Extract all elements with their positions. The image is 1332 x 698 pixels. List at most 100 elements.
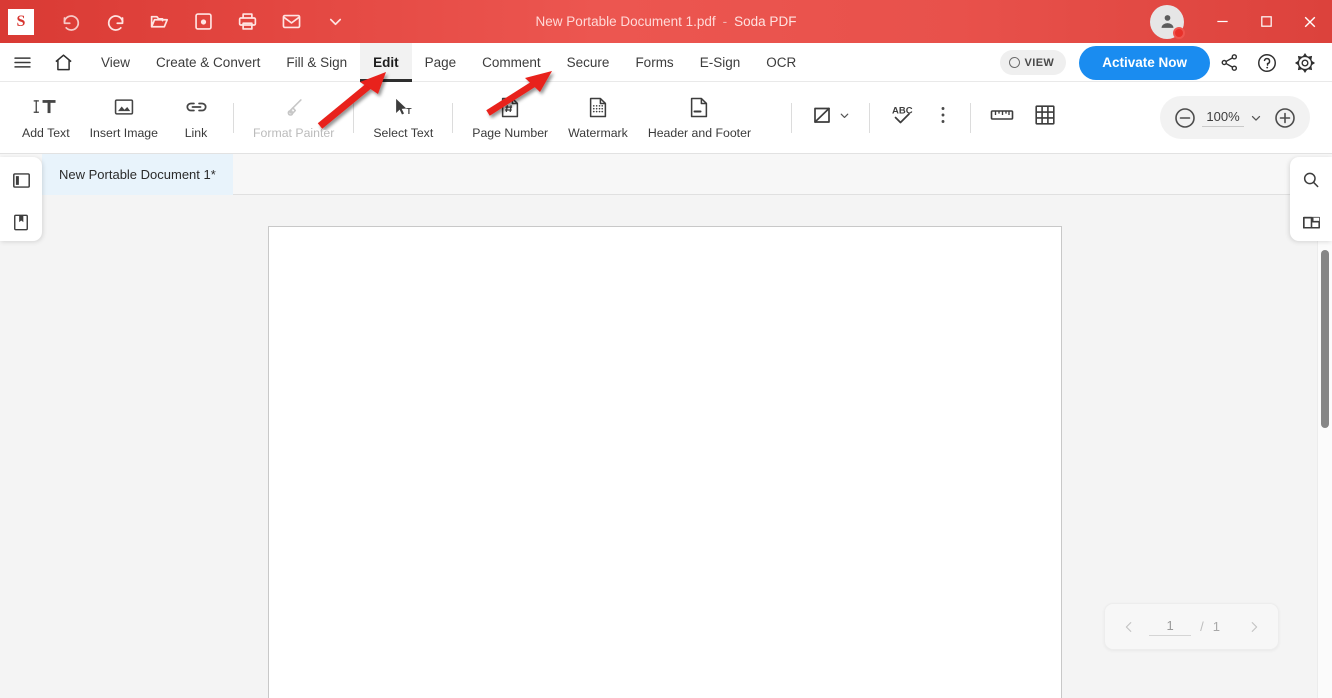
- tab-comment[interactable]: Comment: [469, 43, 554, 82]
- page-number-button[interactable]: Page Number: [462, 87, 558, 149]
- link-label: Link: [184, 126, 208, 140]
- more-options-icon: [934, 103, 952, 132]
- format-painter-icon: [282, 95, 306, 119]
- tab-label: OCR: [766, 54, 797, 70]
- watermark-icon: [587, 95, 609, 119]
- tab-forms[interactable]: Forms: [622, 43, 686, 82]
- ruler-button[interactable]: [980, 98, 1024, 138]
- pdf-page[interactable]: [268, 226, 1062, 698]
- tab-page[interactable]: Page: [412, 43, 470, 82]
- insert-image-label: Insert Image: [89, 126, 158, 140]
- tab-e-sign[interactable]: E-Sign: [687, 43, 754, 82]
- hamburger-menu-icon[interactable]: [10, 43, 34, 82]
- ribbon-divider: [452, 102, 454, 133]
- tab-ocr[interactable]: OCR: [753, 43, 809, 82]
- document-title: New Portable Document 1.pdf: [535, 14, 716, 29]
- ribbon-divider: [233, 102, 234, 133]
- tab-label: Page: [424, 54, 457, 70]
- view-mode-toggle[interactable]: VIEW: [999, 50, 1067, 75]
- print-icon[interactable]: [232, 7, 262, 37]
- scrollbar-thumb[interactable]: [1321, 250, 1329, 428]
- edit-mode-icon: [810, 103, 834, 132]
- select-text-label: Select Text: [373, 126, 434, 140]
- chevron-down-icon[interactable]: [320, 7, 350, 37]
- tab-secure[interactable]: Secure: [554, 43, 623, 82]
- soda-pdf-logo[interactable]: S: [8, 8, 34, 35]
- save-icon[interactable]: [188, 7, 218, 37]
- zoom-in-button[interactable]: [1268, 101, 1302, 135]
- share-icon[interactable]: [1210, 43, 1248, 82]
- ribbon-divider: [353, 102, 355, 133]
- insert-image-button[interactable]: Insert Image: [80, 87, 168, 149]
- bookmark-icon[interactable]: [6, 207, 36, 237]
- edit-mode-button[interactable]: [801, 98, 860, 138]
- search-icon[interactable]: [1296, 165, 1326, 195]
- current-page-input[interactable]: 1: [1149, 618, 1192, 636]
- ribbon-divider: [869, 102, 871, 133]
- zoom-level-input[interactable]: 100%: [1202, 109, 1244, 127]
- svg-text:ABC: ABC: [892, 106, 913, 117]
- insert-image-icon: [112, 95, 136, 119]
- link-icon: [184, 95, 209, 119]
- ruler-icon: [989, 104, 1015, 131]
- ribbon-divider: [791, 102, 793, 133]
- notification-dot: [1173, 26, 1185, 39]
- tab-label: Secure: [566, 54, 610, 70]
- toggle-panel-icon[interactable]: [6, 165, 36, 195]
- help-icon[interactable]: [1248, 43, 1286, 82]
- header-and-footer-icon: [688, 95, 710, 119]
- link-button[interactable]: Link: [168, 87, 224, 149]
- quick-access-toolbar: [56, 7, 350, 37]
- home-icon[interactable]: [48, 43, 78, 82]
- left-sidebar-rail: [0, 157, 42, 241]
- select-text-icon: T: [390, 95, 416, 119]
- zoom-out-button[interactable]: [1168, 101, 1202, 135]
- ribbon-divider: [970, 102, 972, 133]
- total-pages-label: 1: [1212, 619, 1220, 634]
- tab-edit[interactable]: Edit: [360, 42, 412, 82]
- page-number-icon: [499, 95, 521, 119]
- document-tab-bar: New Portable Document 1*: [0, 154, 1332, 195]
- select-text-button[interactable]: T Select Text: [363, 87, 443, 149]
- document-tab[interactable]: New Portable Document 1*: [42, 154, 233, 195]
- minimize-button[interactable]: [1200, 0, 1244, 43]
- view-mode-ring-icon: [1008, 57, 1020, 68]
- menubar-right: VIEW Activate Now: [999, 43, 1325, 82]
- activate-now-button[interactable]: Activate Now: [1079, 45, 1210, 80]
- tab-view[interactable]: View: [88, 43, 143, 82]
- watermark-button[interactable]: Watermark: [558, 87, 638, 149]
- close-button[interactable]: [1288, 0, 1332, 43]
- panel-icon[interactable]: [1296, 207, 1326, 237]
- zoom-control: 100%: [1160, 96, 1310, 139]
- menu-tabs: View Create & Convert Fill & Sign Edit P…: [88, 42, 809, 82]
- undo-icon[interactable]: [56, 7, 86, 37]
- soda-pdf-window: S New Portable Document 1.pdf - Soda PDF…: [0, 0, 1332, 698]
- more-options-button[interactable]: [925, 98, 961, 138]
- tab-fill-sign[interactable]: Fill & Sign: [273, 43, 360, 82]
- vertical-scrollbar[interactable]: [1317, 195, 1332, 698]
- redo-icon[interactable]: [100, 7, 130, 37]
- maximize-button[interactable]: [1244, 0, 1288, 43]
- menu-bar: View Create & Convert Fill & Sign Edit P…: [0, 42, 1332, 82]
- header-and-footer-button[interactable]: Header and Footer: [638, 87, 761, 149]
- open-folder-icon[interactable]: [144, 7, 174, 37]
- title-bar: S New Portable Document 1.pdf - Soda PDF: [0, 0, 1332, 43]
- add-text-button[interactable]: Add Text: [12, 87, 80, 149]
- gear-icon[interactable]: [1286, 43, 1324, 82]
- zoom-chevron-down-icon[interactable]: [1244, 103, 1268, 133]
- right-sidebar-rail: [1290, 157, 1332, 241]
- format-painter-button[interactable]: Format Painter: [243, 87, 344, 149]
- tab-label: Comment: [482, 54, 541, 70]
- spellcheck-button[interactable]: ABC: [879, 98, 925, 138]
- avatar[interactable]: [1150, 4, 1185, 39]
- email-icon[interactable]: [276, 7, 306, 37]
- add-text-label: Add Text: [22, 126, 70, 140]
- page-navigation: 1 / 1: [1104, 603, 1279, 650]
- previous-page-button[interactable]: [1116, 614, 1142, 640]
- next-page-button[interactable]: [1241, 614, 1267, 640]
- tab-label: Create & Convert: [156, 54, 261, 70]
- header-and-footer-label: Header and Footer: [647, 126, 752, 140]
- edit-mode-chevron-down-icon: [838, 109, 851, 127]
- tab-create-convert[interactable]: Create & Convert: [143, 43, 273, 82]
- grid-button[interactable]: [1024, 98, 1066, 138]
